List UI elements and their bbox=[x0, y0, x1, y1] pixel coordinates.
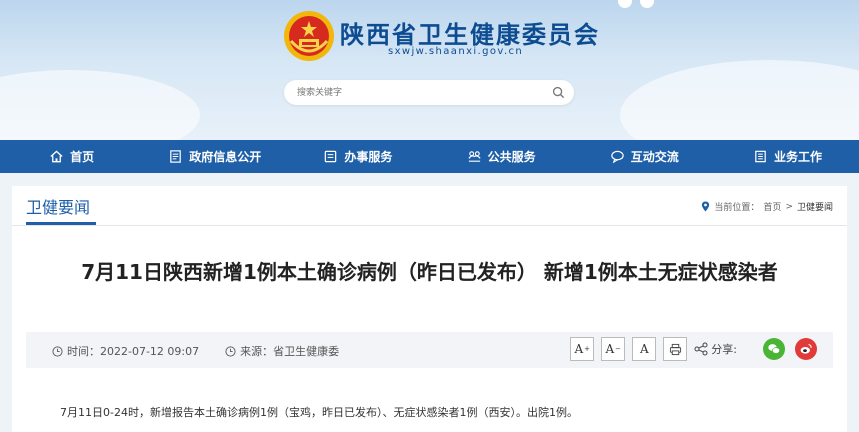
share-weibo-button[interactable] bbox=[795, 338, 817, 360]
source-label: 来源： bbox=[240, 345, 274, 358]
share-label: 分享: bbox=[711, 343, 737, 356]
article-tools: A + A − A 分享: bbox=[563, 337, 817, 361]
nav-item-public-services[interactable]: 公共服务 bbox=[430, 140, 573, 173]
font-decrease-label: A bbox=[605, 342, 615, 356]
nav-item-gov-info[interactable]: 政府信息公开 bbox=[143, 140, 286, 173]
share-wechat-button[interactable] bbox=[763, 338, 785, 360]
article-body-paragraph: 7月11日0-24时，新增报告本土确诊病例1例（宝鸡，昨日已发布）、无症状感染者… bbox=[60, 406, 578, 419]
nav-item-label: 公共服务 bbox=[487, 150, 536, 164]
search-icon[interactable] bbox=[552, 86, 565, 99]
article-container: 7月11日陕西新增1例本土确诊病例（昨日已发布） 新增1例本土无症状感染者 时间… bbox=[12, 226, 847, 432]
plus-icon: + bbox=[584, 345, 591, 353]
breadcrumb-current-link[interactable]: 卫健要闻 bbox=[797, 200, 833, 213]
minus-icon: − bbox=[615, 345, 622, 353]
breadcrumb: 当前位置： 首页 > 卫健要闻 bbox=[701, 200, 833, 213]
print-button[interactable] bbox=[663, 337, 688, 361]
breadcrumb-separator: > bbox=[785, 201, 793, 212]
site-url: sxwjw.shaanxi.gov.cn bbox=[388, 46, 524, 57]
publish-time: 2022-07-12 09:07 bbox=[100, 344, 200, 358]
article-meta-bar: 时间： 2022-07-12 09:07 来源： 省卫生健康委 A + A − A bbox=[26, 332, 833, 368]
nav-item-services[interactable]: 办事服务 bbox=[286, 140, 429, 173]
form-icon bbox=[325, 150, 337, 163]
site-name[interactable]: 陕西省卫生健康委员会 bbox=[340, 15, 600, 50]
service-icon bbox=[467, 151, 481, 162]
article-meta: 时间： 2022-07-12 09:07 来源： 省卫生健康委 bbox=[52, 343, 339, 359]
home-icon bbox=[50, 150, 63, 163]
search-box bbox=[284, 80, 574, 105]
nav-item-label: 互动交流 bbox=[630, 150, 679, 164]
font-reset-button[interactable]: A bbox=[632, 337, 657, 361]
nav-item-home[interactable]: 首页 bbox=[0, 140, 143, 173]
article-title: 7月11日陕西新增1例本土确诊病例（昨日已发布） 新增1例本土无症状感染者 bbox=[81, 260, 778, 284]
header-cloud bbox=[620, 60, 859, 140]
share-icon bbox=[694, 342, 708, 356]
national-emblem-icon bbox=[284, 11, 334, 61]
nav-item-label: 政府信息公开 bbox=[189, 150, 262, 164]
nav-item-label: 办事服务 bbox=[344, 150, 393, 164]
location-pin-icon bbox=[702, 201, 710, 212]
weibo-icon bbox=[800, 343, 812, 354]
building-icon bbox=[755, 150, 766, 163]
font-decrease-button[interactable]: A − bbox=[601, 337, 626, 361]
section-title-underline bbox=[26, 222, 96, 225]
nav-item-label: 业务工作 bbox=[773, 150, 822, 164]
chat-icon bbox=[611, 150, 624, 164]
top-utility-button[interactable] bbox=[640, 0, 654, 8]
search-input[interactable] bbox=[297, 85, 537, 100]
main-nav: 首页 政府信息公开 办事服务 公共服务 互动交流 业务工作 bbox=[0, 140, 859, 173]
breadcrumb-prefix: 当前位置： bbox=[714, 203, 760, 213]
section-header: 卫健要闻 当前位置： 首页 > 卫健要闻 bbox=[12, 186, 847, 226]
clock-icon bbox=[225, 345, 236, 357]
site-header: 陕西省卫生健康委员会 sxwjw.shaanxi.gov.cn bbox=[0, 0, 859, 140]
font-increase-button[interactable]: A + bbox=[570, 337, 595, 361]
breadcrumb-home-link[interactable]: 首页 bbox=[763, 200, 781, 213]
top-utility-dots bbox=[618, 0, 654, 8]
article-source: 省卫生健康委 bbox=[273, 345, 340, 358]
time-label: 时间： bbox=[67, 345, 100, 358]
print-icon bbox=[669, 343, 681, 355]
top-utility-button[interactable] bbox=[618, 0, 632, 8]
section-title: 卫健要闻 bbox=[26, 198, 91, 217]
nav-item-business[interactable]: 业务工作 bbox=[716, 140, 859, 173]
wechat-icon bbox=[768, 344, 780, 354]
nav-item-label: 首页 bbox=[70, 150, 95, 164]
header-cloud bbox=[0, 70, 200, 140]
font-reset-label: A bbox=[639, 342, 649, 356]
nav-item-interaction[interactable]: 互动交流 bbox=[573, 140, 716, 173]
clock-icon bbox=[52, 345, 63, 357]
font-increase-label: A bbox=[574, 342, 584, 356]
document-icon bbox=[170, 150, 182, 163]
